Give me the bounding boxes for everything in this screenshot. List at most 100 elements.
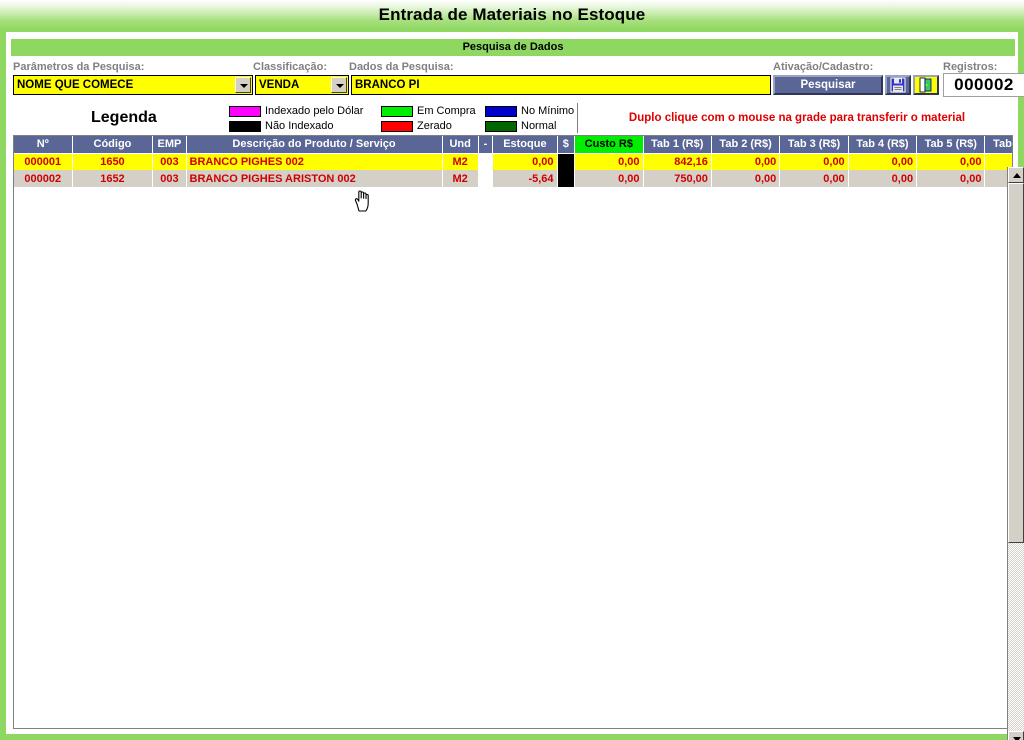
table-cell: 0,00 bbox=[711, 153, 781, 170]
scroll-up-button[interactable] bbox=[1008, 167, 1024, 183]
legend-column-3: No Mínimo Normal bbox=[485, 104, 574, 134]
vertical-scrollbar[interactable] bbox=[1007, 167, 1024, 740]
grid-column-header[interactable]: Código bbox=[72, 136, 154, 154]
table-cell: 000001 bbox=[14, 153, 73, 170]
table-cell: 0,00 bbox=[574, 170, 644, 187]
legend-label: Normal bbox=[521, 120, 557, 132]
grid-body: 000001 1650 003 BRANCO PIGHES 002 M2 0,00 0,00… bbox=[14, 153, 1012, 187]
grid-column-header[interactable]: Tab 1 (R$) bbox=[643, 136, 712, 154]
legend-label: Zerado bbox=[417, 120, 452, 132]
registros-count-value: 000002 bbox=[954, 75, 1014, 94]
grid-column-header[interactable]: Tab 6 (R$) bbox=[984, 136, 1012, 154]
page-title: Entrada de Materiais no Estoque bbox=[378, 5, 646, 24]
legend-panel: Legenda Indexado pelo Dólar Não Indexado… bbox=[7, 101, 1017, 135]
grid-column-header[interactable]: Tab 2 (R$) bbox=[711, 136, 781, 154]
parametros-pesquisa-select[interactable]: NOME QUE COMECE bbox=[13, 75, 253, 95]
table-cell: 0,00 bbox=[711, 170, 781, 187]
table-cell: 0,00 bbox=[779, 153, 849, 170]
legend-swatch-zerado bbox=[381, 120, 413, 132]
table-cell: 0,00 bbox=[492, 153, 558, 170]
search-section-header: Pesquisa de Dados bbox=[11, 39, 1015, 56]
legend-item: Zerado bbox=[381, 119, 476, 133]
legend-item: Não Indexado bbox=[229, 119, 363, 133]
table-cell bbox=[557, 153, 576, 170]
vertical-scroll-thumb[interactable] bbox=[1008, 183, 1024, 543]
table-cell: 0,00 bbox=[848, 153, 918, 170]
window-title-bar: Entrada de Materiais no Estoque bbox=[0, 0, 1024, 30]
exit-button[interactable] bbox=[913, 75, 939, 95]
table-cell: 003 bbox=[152, 170, 187, 187]
table-cell: 0,00 bbox=[916, 153, 986, 170]
vertical-scroll-track[interactable] bbox=[1008, 183, 1024, 731]
table-cell bbox=[557, 170, 576, 187]
table-cell: 842,16 bbox=[643, 153, 712, 170]
legend-swatch-indexado-dolar bbox=[229, 105, 261, 117]
legend-column-2: Em Compra Zerado bbox=[381, 104, 476, 134]
table-cell: 0,00 bbox=[779, 170, 849, 187]
legend-label: Em Compra bbox=[417, 105, 476, 117]
label-parametros-pesquisa: Parâmetros da Pesquisa: bbox=[13, 61, 145, 73]
legend-item: Em Compra bbox=[381, 104, 476, 118]
save-button[interactable] bbox=[885, 75, 911, 95]
label-registros: Registros: bbox=[943, 61, 998, 73]
grid-column-header[interactable]: Custo R$ bbox=[574, 136, 644, 154]
table-cell: 1650 bbox=[72, 153, 154, 170]
legend-label: Indexado pelo Dólar bbox=[265, 105, 364, 117]
legend-label: Não Indexado bbox=[265, 120, 334, 132]
legend-item: No Mínimo bbox=[485, 104, 574, 118]
table-cell: 003 bbox=[152, 153, 187, 170]
classificacao-value: VENDA bbox=[259, 79, 300, 91]
results-grid[interactable]: Nº Código EMP Descrição do Produto / Serviç… bbox=[13, 135, 1013, 729]
legend-swatch-em-compra bbox=[381, 105, 413, 117]
label-classificacao: Classificação: bbox=[253, 61, 327, 73]
legend-swatch-nao-indexado bbox=[229, 120, 261, 132]
grid-column-header[interactable]: Und bbox=[442, 136, 479, 154]
legend-label: No Mínimo bbox=[521, 105, 575, 117]
legend-item: Normal bbox=[485, 119, 574, 133]
dados-pesquisa-value: BRANCO PI bbox=[355, 79, 420, 91]
main-panel: Pesquisa de Dados Parâmetros da Pesquisa… bbox=[6, 32, 1024, 740]
parametros-pesquisa-value: NOME QUE COMECE bbox=[17, 79, 134, 91]
label-dados-pesquisa: Dados da Pesquisa: bbox=[349, 61, 454, 73]
grid-column-header[interactable]: - bbox=[478, 136, 494, 154]
grid-column-header[interactable]: EMP bbox=[152, 136, 187, 154]
grid-column-header[interactable]: Tab 3 (R$) bbox=[779, 136, 849, 154]
grid-column-header[interactable]: Estoque bbox=[492, 136, 558, 154]
legend-item: Indexado pelo Dólar bbox=[229, 104, 363, 118]
search-section-title: Pesquisa de Dados bbox=[462, 41, 564, 53]
floppy-disk-icon bbox=[890, 77, 906, 93]
exit-door-icon bbox=[918, 77, 934, 93]
table-cell: BRANCO PIGHES ARISTON 002 bbox=[186, 170, 443, 187]
legend-title: Legenda bbox=[91, 109, 157, 126]
grid-column-header[interactable]: Nº bbox=[14, 136, 73, 154]
label-ativacao-cadastro: Ativação/Cadastro: bbox=[773, 61, 874, 73]
legend-divider bbox=[577, 103, 578, 133]
table-cell bbox=[478, 170, 494, 187]
registros-count-field: 000002 bbox=[943, 73, 1024, 97]
grid-hint-text: Duplo clique com o mouse na grade para t… bbox=[628, 112, 966, 124]
legend-column-1: Indexado pelo Dólar Não Indexado bbox=[229, 104, 363, 134]
table-cell: 0,00 bbox=[916, 170, 986, 187]
legend-swatch-no-minimo bbox=[485, 105, 517, 117]
grid-column-header[interactable]: $ bbox=[557, 136, 576, 154]
classificacao-select[interactable]: VENDA bbox=[255, 75, 349, 95]
grid-column-header[interactable]: Descrição do Produto / Serviço bbox=[186, 136, 443, 154]
legend-swatch-normal bbox=[485, 120, 517, 132]
table-cell: 0,00 bbox=[848, 170, 918, 187]
scroll-down-button[interactable] bbox=[1008, 731, 1024, 740]
table-row[interactable]: 000002 1652 003 BRANCO PIGHES ARISTON 002 M2… bbox=[14, 170, 1012, 187]
grid-column-header[interactable]: Tab 4 (R$) bbox=[848, 136, 918, 154]
chevron-down-icon[interactable] bbox=[331, 77, 347, 93]
grid-header-row: Nº Código EMP Descrição do Produto / Serviç… bbox=[14, 136, 1012, 154]
grid-column-header[interactable]: Tab 5 (R$) bbox=[916, 136, 986, 154]
dados-pesquisa-input[interactable]: BRANCO PI bbox=[351, 75, 771, 95]
table-cell: M2 bbox=[442, 153, 479, 170]
table-cell: 750,00 bbox=[643, 170, 712, 187]
pesquisar-button[interactable]: Pesquisar bbox=[773, 75, 883, 95]
table-cell: 0,00 bbox=[574, 153, 644, 170]
chevron-down-icon[interactable] bbox=[235, 77, 251, 93]
table-cell: 1652 bbox=[72, 170, 154, 187]
pesquisar-button-label: Pesquisar bbox=[800, 79, 856, 91]
table-row[interactable]: 000001 1650 003 BRANCO PIGHES 002 M2 0,00 0,00… bbox=[14, 153, 1012, 170]
table-cell: BRANCO PIGHES 002 bbox=[186, 153, 443, 170]
